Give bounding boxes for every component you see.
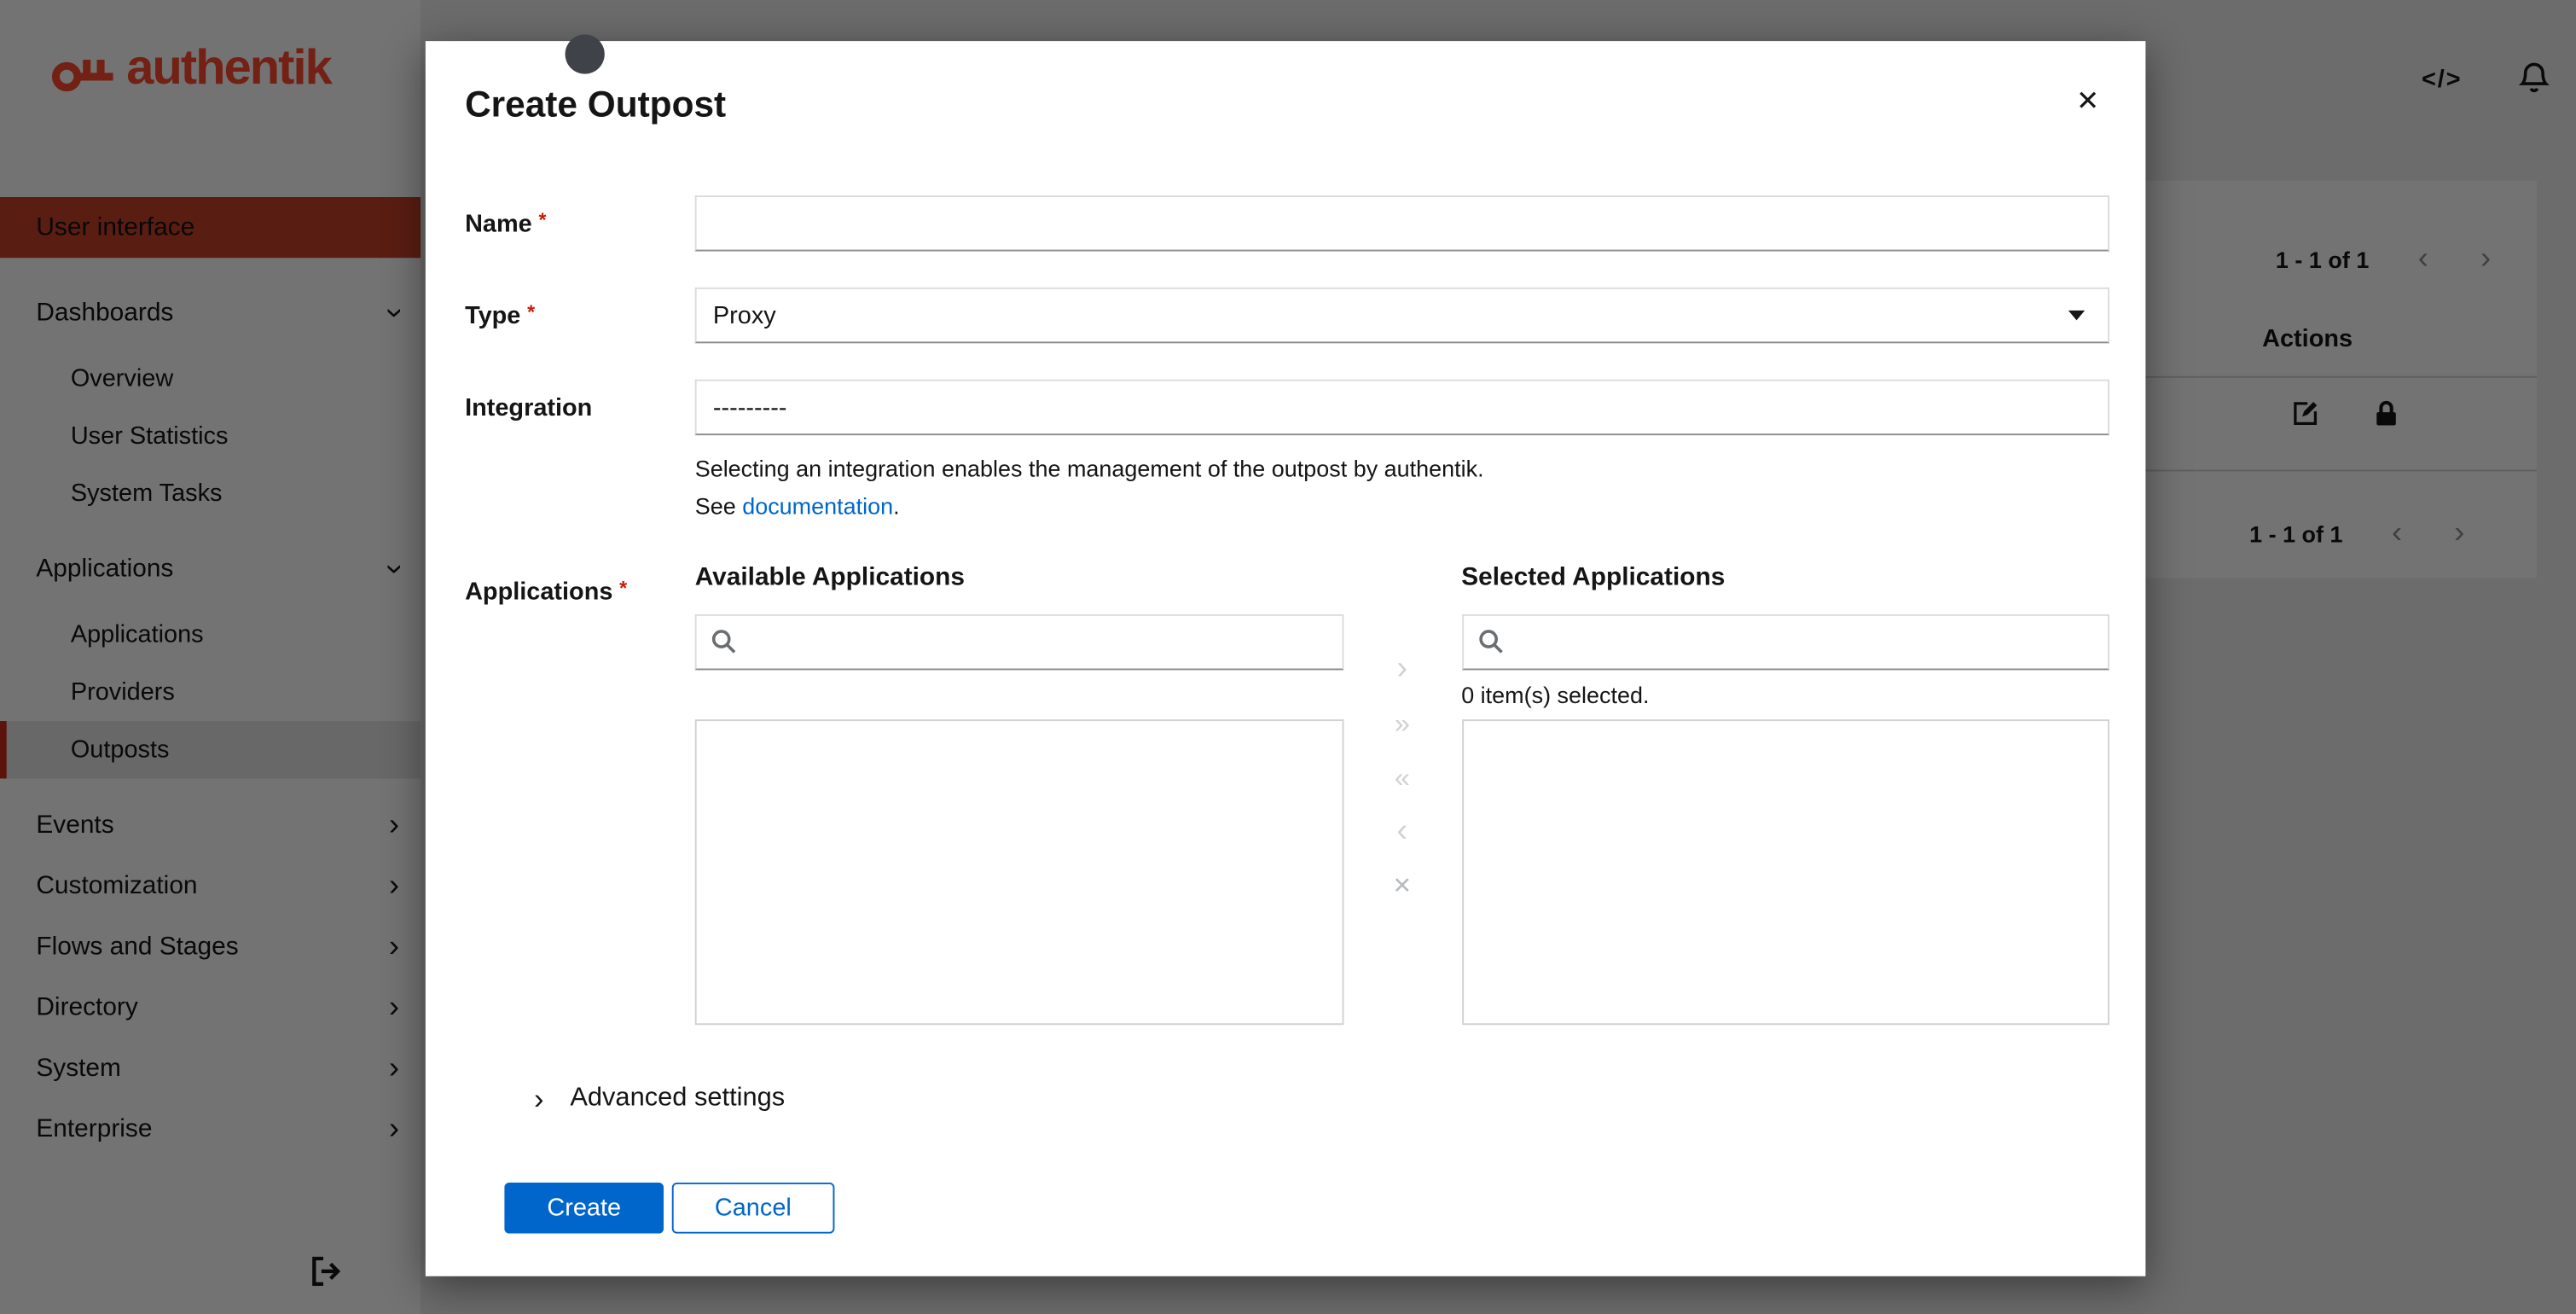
required-marker: * — [527, 301, 536, 324]
selected-pane-title: Selected Applications — [1461, 562, 1726, 591]
applications-label: Applications * — [465, 575, 628, 606]
required-marker: * — [538, 209, 547, 233]
available-search-input[interactable] — [694, 613, 1343, 670]
cancel-button[interactable]: Cancel — [671, 1182, 834, 1233]
advanced-settings-toggle[interactable]: › Advanced settings — [534, 1084, 2109, 1113]
integration-select-value: --------- — [712, 393, 787, 422]
clear-selection-icon[interactable]: ✕ — [1378, 863, 1427, 908]
chevron-right-icon: › — [533, 1081, 544, 1115]
type-select-value: Proxy — [712, 301, 776, 330]
remove-selected-icon[interactable]: ‹ — [1378, 809, 1427, 853]
create-outpost-modal: Create Outpost ✕ Name * Type * Proxy Int… — [425, 41, 2146, 1276]
selected-pane: Selected Applications 0 item(s) selected… — [1461, 562, 2110, 1025]
modal-footer: Create Cancel — [504, 1182, 2109, 1233]
close-icon[interactable]: ✕ — [2076, 87, 2099, 115]
applications-field-row: Applications * Available Applications › … — [465, 562, 2110, 1025]
available-meta — [695, 670, 1343, 719]
name-input[interactable] — [694, 195, 2110, 253]
search-icon — [1478, 629, 1502, 653]
type-label: Type * — [465, 301, 536, 331]
selected-search — [1461, 613, 2110, 670]
advanced-settings-label: Advanced settings — [570, 1083, 786, 1112]
search-icon — [711, 629, 736, 653]
documentation-link[interactable]: documentation — [742, 493, 893, 520]
required-marker: * — [619, 575, 628, 599]
selected-count: 0 item(s) selected. — [1461, 681, 1650, 707]
create-button[interactable]: Create — [504, 1182, 664, 1233]
dual-list-selector: Available Applications › » « ‹ ✕ Selecte… — [694, 562, 2110, 1025]
app-background: authentik User interface Dashboards › Ov… — [0, 0, 2576, 1314]
transfer-controls: › » « ‹ ✕ — [1343, 562, 1462, 1024]
add-selected-icon[interactable]: › — [1378, 647, 1427, 691]
add-all-icon[interactable]: » — [1378, 701, 1427, 745]
screen: authentik User interface Dashboards › Ov… — [0, 0, 2576, 1314]
selected-listbox[interactable] — [1461, 718, 2110, 1025]
remove-all-icon[interactable]: « — [1378, 755, 1427, 799]
name-label: Name * — [465, 209, 547, 239]
available-pane-title: Available Applications — [694, 562, 966, 591]
integration-help-text: Selecting an integration enables the man… — [694, 455, 1484, 520]
user-avatar[interactable] — [565, 34, 605, 74]
type-field-row: Type * Proxy — [465, 288, 2110, 345]
type-select[interactable]: Proxy — [694, 288, 2110, 345]
integration-field-row: Integration --------- Selecting an integ… — [465, 380, 2110, 526]
modal-title: Create Outpost — [465, 84, 727, 125]
caret-down-icon — [2068, 311, 2086, 322]
integration-label: Integration — [465, 394, 593, 423]
available-pane: Available Applications — [694, 562, 1343, 1025]
available-listbox[interactable] — [694, 718, 1343, 1025]
create-outpost-form: Name * Type * Proxy Integration --------… — [465, 195, 2110, 1233]
available-search — [694, 613, 1343, 670]
integration-select[interactable]: --------- — [694, 380, 2110, 436]
name-field-row: Name * — [465, 195, 2110, 253]
selected-search-input[interactable] — [1461, 613, 2110, 670]
